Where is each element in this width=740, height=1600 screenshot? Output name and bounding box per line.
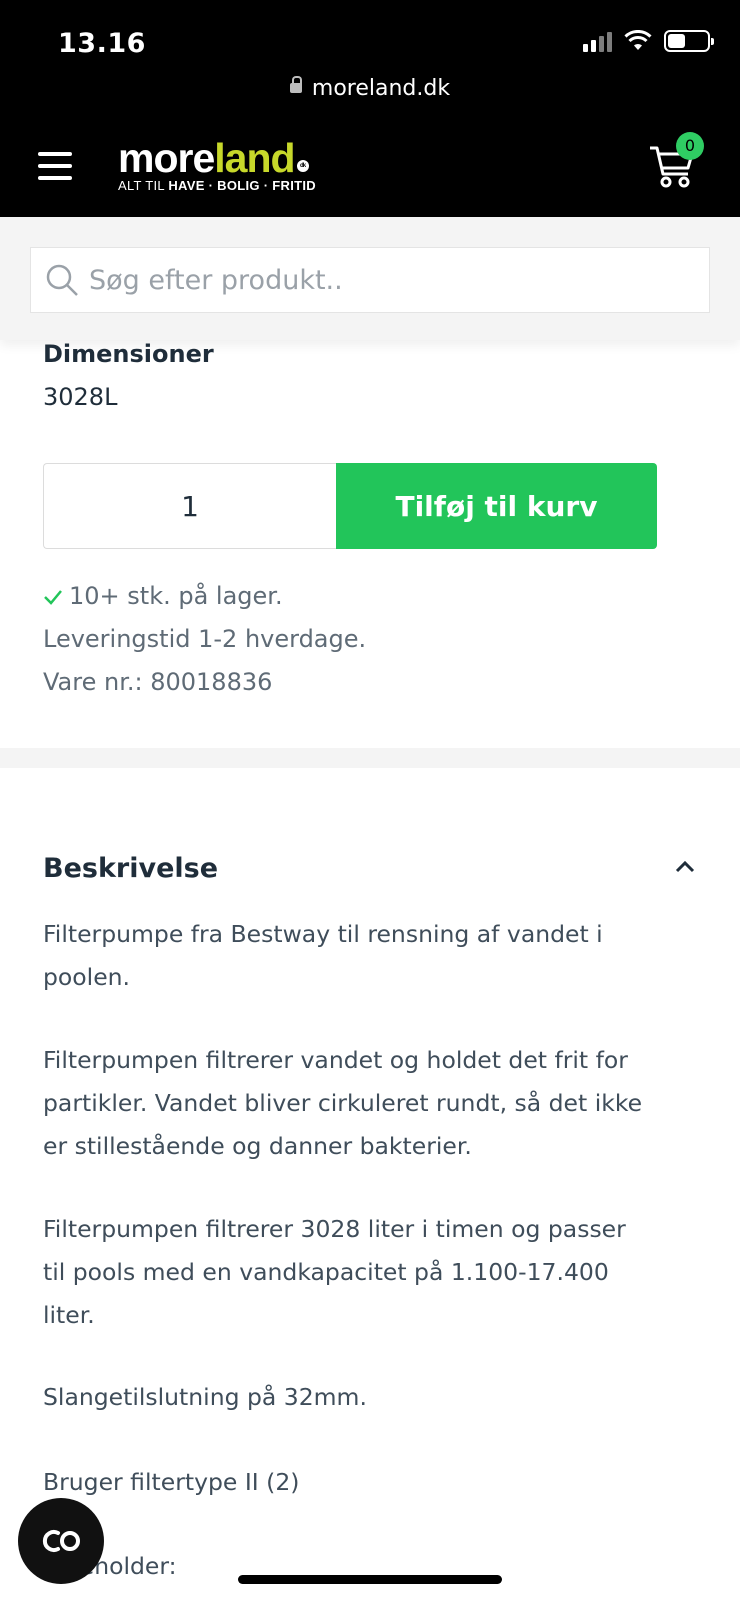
top-bar: 13.16 moreland.dk moreland dk ALT TIL HAV… [0, 0, 740, 217]
description-paragraph: Filterpumpen filtrerer vandet og holdet … [43, 1046, 643, 1160]
home-indicator[interactable] [238, 1575, 502, 1584]
status-icons [583, 30, 714, 52]
dimensions-value: 3028L [43, 383, 118, 411]
wifi-icon [624, 30, 652, 50]
description-paragraph: Filterpumpe fra Bestway til rensning af … [43, 920, 603, 991]
lock-icon [289, 76, 302, 93]
add-to-cart-button[interactable]: Tilføj til kurv [336, 463, 657, 549]
description-title[interactable]: Beskrivelse [43, 853, 218, 884]
search-input[interactable] [89, 264, 649, 296]
stock-status: 10+ stk. på lager. [43, 582, 283, 610]
stock-text: 10+ stk. på lager. [69, 582, 283, 610]
logo-more: more [118, 135, 215, 181]
chevron-up-icon[interactable] [674, 859, 696, 875]
search-box[interactable] [30, 247, 710, 313]
description-paragraph: Bruger filtertype II (2) [43, 1468, 300, 1496]
logo-dk-badge: dk [296, 160, 309, 172]
signal-icon [583, 30, 612, 52]
check-icon [44, 590, 62, 605]
section-divider [0, 748, 740, 768]
logo-tagline: ALT TIL HAVE · BOLIG · FRITID [118, 178, 316, 193]
item-number: Vare nr.: 80018836 [43, 668, 273, 696]
delivery-time: Leveringstid 1-2 hverdage. [43, 625, 367, 653]
hamburger-icon[interactable] [38, 152, 72, 180]
address-bar[interactable]: moreland.dk [0, 76, 740, 101]
dimensions-label: Dimensioner [43, 340, 214, 368]
chat-icon [42, 1530, 80, 1552]
battery-icon [664, 30, 714, 52]
search-icon [46, 264, 78, 296]
quantity-input[interactable]: 1 [43, 463, 336, 549]
chat-button[interactable] [18, 1498, 104, 1584]
logo-land: land [214, 135, 295, 181]
url-text: moreland.dk [311, 76, 451, 101]
description-paragraph: Filterpumpen filtrerer 3028 liter i time… [43, 1215, 626, 1329]
cart-count-badge: 0 [676, 132, 704, 160]
status-time: 13.16 [58, 28, 146, 59]
description-paragraph: Slangetilslutning på 32mm. [43, 1383, 367, 1411]
search-section [0, 217, 740, 340]
moreland-logo[interactable]: moreland dk ALT TIL HAVE · BOLIG · FRITID [118, 135, 316, 194]
